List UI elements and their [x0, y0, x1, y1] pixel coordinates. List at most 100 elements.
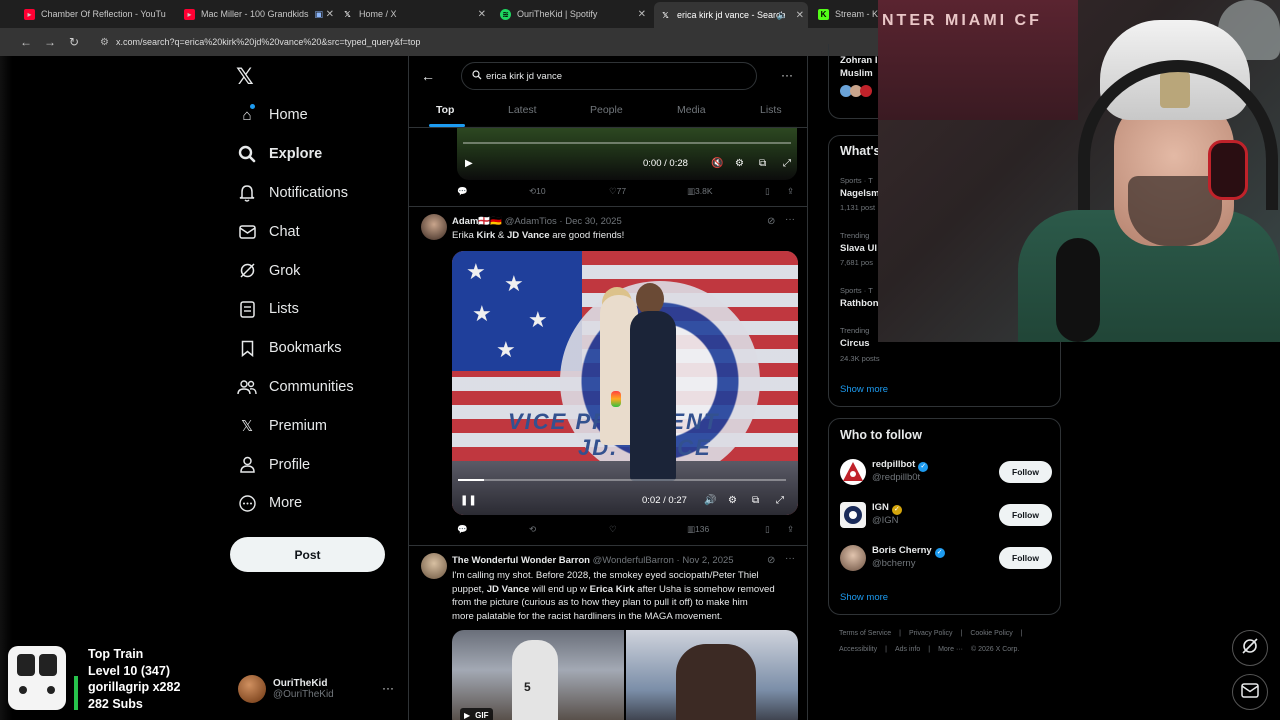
more-dots-icon[interactable]: ··· [785, 553, 795, 564]
author-name[interactable]: The Wonderful Wonder Barron [452, 555, 590, 566]
avatar[interactable] [421, 553, 447, 579]
sidebar-item-notifications[interactable]: Notifications [236, 174, 354, 213]
messages-fab-button[interactable] [1232, 674, 1268, 710]
more-dots-icon[interactable]: ··· [785, 214, 795, 225]
tab-people[interactable]: People [590, 104, 623, 116]
tweet-date[interactable]: Nov 2, 2025 [682, 555, 733, 566]
grok-icon[interactable]: ⊘ [767, 216, 775, 227]
account-handle: @OuriTheKid [273, 689, 334, 700]
browser-tab-x-search[interactable]: 𝕏 erica kirk jd vance - Search 🔈 ✕ [654, 2, 808, 28]
bookmark-icon[interactable]: ▯ [765, 524, 770, 535]
back-arrow-icon[interactable]: ← [421, 68, 435, 84]
tab-media[interactable]: Media [677, 104, 706, 116]
browser-tab-youtube-2[interactable]: ▸ Mac Miller - 100 Grandkids ▣ ✕ [184, 4, 334, 24]
forward-icon[interactable]: → [38, 35, 62, 49]
close-tab-icon[interactable]: ✕ [638, 9, 646, 20]
follow-button[interactable]: Follow [999, 461, 1052, 483]
repost-button[interactable]: ⟲ 10 [529, 186, 546, 197]
tab-latest[interactable]: Latest [508, 104, 537, 116]
repost-icon[interactable]: ⟲ [529, 524, 536, 535]
post-button[interactable]: Post [230, 537, 385, 572]
share-icon[interactable]: ⇪ [787, 524, 794, 535]
avatar[interactable] [421, 214, 447, 240]
settings-icon[interactable]: ⚙ [735, 158, 744, 169]
close-tab-icon[interactable]: ✕ [478, 9, 486, 20]
pip-icon[interactable]: ⧉ [752, 495, 759, 506]
pip-icon[interactable]: ⧉ [759, 158, 766, 169]
gif-media[interactable]: 5 ▶ GIF [452, 630, 798, 720]
like-icon[interactable]: ♡ [609, 524, 617, 535]
sidebar-item-more[interactable]: More [236, 484, 354, 523]
fullscreen-icon[interactable]: ⤢ [783, 158, 791, 169]
footer-link[interactable]: Ads info [895, 646, 920, 653]
views-button[interactable]: ▥ 136 [687, 524, 709, 535]
more-dots-icon[interactable]: ··· [781, 68, 793, 82]
sidebar-item-chat[interactable]: Chat [236, 212, 354, 251]
volume-icon[interactable]: 🔊 [704, 495, 716, 506]
search-input[interactable]: erica kirk jd vance [461, 62, 757, 90]
address-bar[interactable]: ⚙ x.com/search?q=erica%20kirk%20jd%20van… [92, 32, 872, 52]
show-more-link[interactable]: Show more [840, 592, 888, 603]
browser-tab-x-home[interactable]: 𝕏 Home / X ✕ [342, 4, 486, 24]
stream-train-overlay: Top Train Level 10 (347) gorillagrip x28… [0, 640, 220, 720]
tweet-date[interactable]: Dec 30, 2025 [565, 216, 622, 227]
reply-icon[interactable]: 💬 [457, 524, 468, 535]
more-dots-icon[interactable]: ··· [382, 681, 394, 695]
close-tab-icon[interactable]: ✕ [326, 9, 334, 20]
share-icon[interactable]: ⇪ [787, 186, 794, 197]
browser-tab-spotify[interactable]: ≋ OuriTheKid | Spotify ✕ [500, 4, 646, 24]
footer-link[interactable]: Accessibility [839, 646, 877, 653]
sidebar-item-premium[interactable]: 𝕏 Premium [236, 406, 354, 445]
footer-link[interactable]: More ··· [938, 646, 963, 653]
video-player[interactable]: ▶ 0:00 / 0:28 🔇 ⚙ ⧉ ⤢ [457, 126, 797, 180]
x-logo-icon[interactable]: 𝕏 [236, 66, 258, 88]
video-progress[interactable] [463, 142, 791, 144]
reload-icon[interactable]: ↻ [62, 35, 86, 49]
reply-icon[interactable]: 💬 [457, 186, 468, 197]
follow-suggestion[interactable]: IGN ✓ @IGN Follow [840, 500, 1052, 534]
author-handle[interactable]: @WonderfulBarron [593, 555, 674, 566]
author-name[interactable]: Adam🏴󠁧󠁢󠁥󠁮󠁧󠁿🇩🇪 [452, 216, 502, 227]
tweet-actions: 💬 ⟲ 10 ♡ 77 ▥ 3.8K ▯ ⇪ [457, 186, 797, 202]
video-progress[interactable] [458, 479, 786, 481]
video-player[interactable]: ★ ★ ★ ★ ★ VICE PRESIDENT JD. VANCE ❚❚ 0:… [452, 251, 798, 515]
footer-link[interactable]: Cookie Policy [970, 630, 1012, 637]
views-button[interactable]: ▥ 3.8K [687, 186, 713, 197]
close-tab-icon[interactable]: ✕ [796, 10, 804, 21]
speaker-icon[interactable]: 🔈 [777, 10, 788, 21]
follow-button[interactable]: Follow [999, 547, 1052, 569]
footer-link[interactable]: Terms of Service [839, 630, 891, 637]
back-icon[interactable]: ← [14, 35, 38, 49]
grok-fab-button[interactable] [1232, 630, 1268, 666]
pause-icon[interactable]: ❚❚ [460, 495, 477, 506]
mute-icon[interactable]: 🔇 [711, 158, 723, 169]
tab-top[interactable]: Top [436, 104, 454, 116]
sidebar-item-bookmarks[interactable]: Bookmarks [236, 329, 354, 368]
grok-icon[interactable]: ⊘ [767, 555, 775, 566]
sidebar-item-label: Explore [269, 146, 323, 163]
bookmark-icon[interactable]: ▯ [765, 186, 770, 197]
account-switcher[interactable]: OuriTheKid @OuriTheKid ··· [238, 673, 398, 705]
verified-badge-icon: ✓ [918, 462, 929, 472]
browser-tab-kick[interactable]: K Stream - Kic [818, 4, 878, 24]
footer-link[interactable]: Privacy Policy [909, 630, 953, 637]
browser-tab-youtube-1[interactable]: ▸ Chamber Of Reflection - YouTu [24, 4, 174, 24]
sidebar-item-lists[interactable]: Lists [236, 290, 354, 329]
sidebar-item-profile[interactable]: Profile [236, 445, 354, 484]
show-more-link[interactable]: Show more [840, 384, 888, 395]
like-button[interactable]: ♡ 77 [609, 186, 626, 197]
play-icon[interactable]: ▶ [465, 158, 473, 169]
sidebar-item-home[interactable]: ⌂ Home [236, 96, 354, 135]
follow-suggestion[interactable]: redpillbot ✓ @redpillb0t Follow [840, 457, 1052, 491]
gif-badge[interactable]: ▶ GIF [460, 708, 493, 720]
author-handle[interactable]: @AdamTios [505, 216, 557, 227]
sidebar-item-communities[interactable]: Communities [236, 368, 354, 407]
settings-icon[interactable]: ⚙ [728, 495, 737, 506]
site-settings-icon[interactable]: ⚙ [100, 37, 116, 48]
fullscreen-icon[interactable]: ⤢ [776, 495, 784, 506]
follow-button[interactable]: Follow [999, 504, 1052, 526]
sidebar-item-explore[interactable]: Explore [236, 135, 354, 174]
sidebar-item-grok[interactable]: Grok [236, 251, 354, 290]
tab-lists[interactable]: Lists [760, 104, 782, 116]
follow-suggestion[interactable]: Boris Cherny ✓ @bcherny Follow [840, 543, 1052, 577]
